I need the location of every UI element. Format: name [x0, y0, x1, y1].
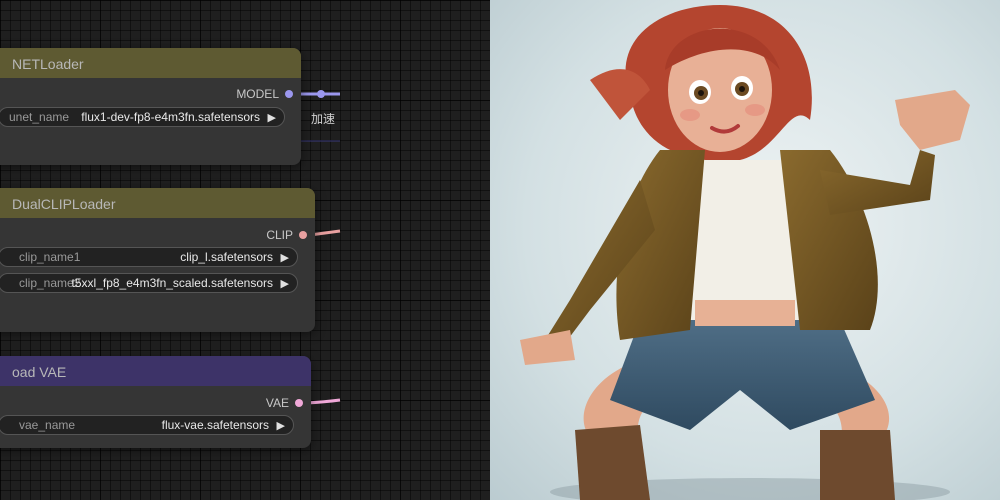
widget-value: flux-vae.safetensors [161, 418, 269, 432]
widget-label: vae_name [19, 418, 76, 432]
generated-image-preview [490, 0, 1000, 500]
load-vae-node[interactable]: oad VAE VAE vae_name flux-vae.safetensor… [0, 356, 311, 448]
output-label: VAE [265, 396, 289, 410]
node-title[interactable]: DualCLIPLoader [0, 188, 315, 218]
clip-output[interactable]: CLIP [266, 228, 307, 242]
node-title[interactable]: oad VAE [0, 356, 311, 386]
unet-loader-node[interactable]: NETLoader MODEL unet_name flux1-dev-fp8-… [0, 48, 301, 165]
vae-name-select[interactable]: vae_name flux-vae.safetensors ▶ [0, 415, 294, 435]
dropdown-arrow-icon[interactable]: ▶ [277, 419, 285, 432]
widget-value: clip_l.safetensors [180, 250, 273, 264]
widget-value: t5xxl_fp8_e4m3fn_scaled.safetensors [71, 276, 273, 290]
vae-output[interactable]: VAE [266, 396, 303, 410]
widget-label: clip_name2 [19, 276, 81, 290]
dropdown-arrow-icon[interactable]: ▶ [281, 251, 289, 264]
output-label: CLIP [266, 228, 293, 242]
dual-clip-loader-node[interactable]: DualCLIPLoader CLIP clip_name1 clip_l.sa… [0, 188, 315, 332]
node-title[interactable]: NETLoader [0, 48, 301, 78]
node-graph-canvas[interactable]: NETLoader MODEL unet_name flux1-dev-fp8-… [0, 0, 490, 500]
output-label: MODEL [236, 87, 279, 101]
widget-label: clip_name1 [19, 250, 81, 264]
clip-name2-select[interactable]: clip_name2 t5xxl_fp8_e4m3fn_scaled.safet… [0, 273, 298, 293]
widget-value: flux1-dev-fp8-e4m3fn.safetensors [81, 110, 260, 124]
output-slot-dot[interactable] [295, 399, 303, 407]
dropdown-arrow-icon[interactable]: ▶ [268, 111, 276, 124]
output-slot-dot[interactable] [285, 90, 293, 98]
unet-name-select[interactable]: unet_name flux1-dev-fp8-e4m3fn.safetenso… [0, 107, 285, 127]
reroute-label: 加速 [311, 112, 336, 126]
model-output[interactable]: MODEL [236, 87, 293, 101]
output-slot-dot[interactable] [299, 231, 307, 239]
vae-link [305, 398, 341, 405]
dropdown-arrow-icon[interactable]: ▶ [281, 277, 289, 290]
clip-name1-select[interactable]: clip_name1 clip_l.safetensors ▶ [0, 247, 298, 267]
widget-label: unet_name [9, 110, 70, 124]
model-reroute-dot [317, 90, 325, 98]
